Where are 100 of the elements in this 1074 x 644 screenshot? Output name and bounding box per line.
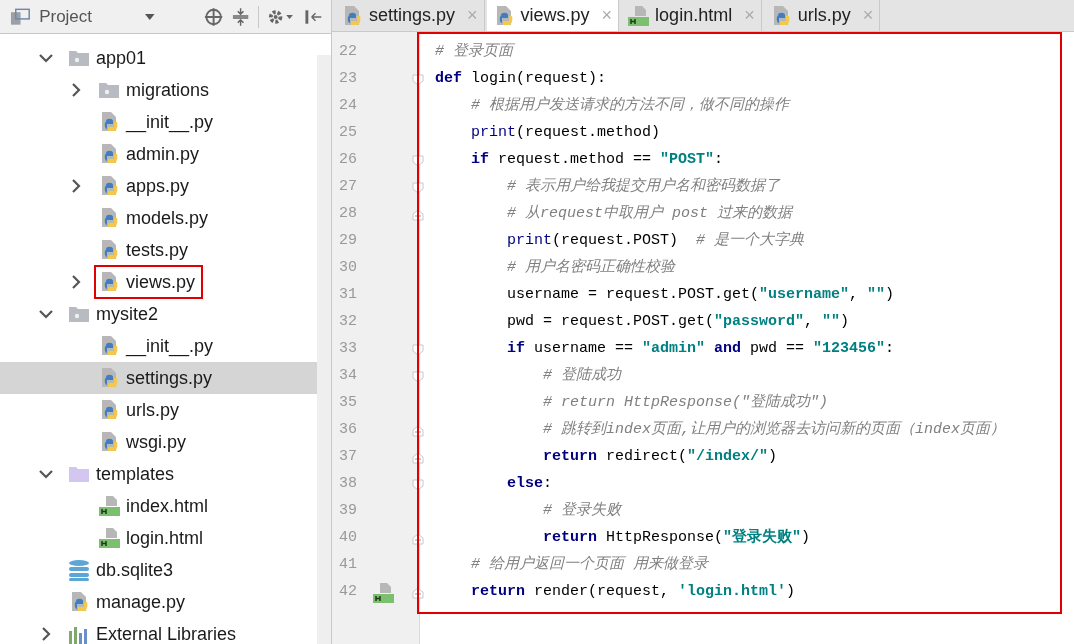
chevron-down-icon[interactable] <box>38 469 54 479</box>
fold-icon[interactable] <box>412 343 424 356</box>
fold-icon[interactable] <box>412 451 424 464</box>
line-number: 22 <box>339 42 358 63</box>
html-file-icon <box>372 581 394 604</box>
fold-icon[interactable] <box>412 478 424 491</box>
tree-row[interactable]: migrations <box>0 74 317 106</box>
tree-item-label: manage.py <box>96 590 186 614</box>
project-icon <box>10 7 32 26</box>
folder-icon <box>68 304 90 324</box>
tree-row[interactable]: settings.py <box>0 362 317 394</box>
tree-row[interactable]: __init__.py <box>0 330 317 362</box>
code-line: # 跳转到index页面,让用户的浏览器去访问新的页面（index页面） <box>542 419 1006 441</box>
line-number: 31 <box>339 285 358 306</box>
line-number: 25 <box>339 123 358 144</box>
tree-item-label: wsgi.py <box>126 430 187 454</box>
fold-icon[interactable] <box>412 181 424 194</box>
code-line: # 登录失败 <box>542 500 622 522</box>
chevron-right-icon[interactable] <box>71 82 81 98</box>
html-file-icon <box>98 495 120 517</box>
tree-row[interactable]: manage.py <box>0 586 317 618</box>
chevron-right-icon[interactable] <box>71 178 81 194</box>
html-file-icon <box>627 4 650 27</box>
line-number: 27 <box>339 177 358 198</box>
panel-title: Project <box>39 5 93 28</box>
line-number: 36 <box>339 420 358 441</box>
line-number: 35 <box>339 393 358 414</box>
collapse-icon[interactable] <box>230 6 250 27</box>
fold-icon[interactable] <box>412 73 424 86</box>
tree-item-label: __init__.py <box>126 334 214 359</box>
caret-icon[interactable] <box>144 12 156 21</box>
tree-row[interactable]: wsgi.py <box>0 426 317 458</box>
code-line: print(request.method) <box>470 123 661 144</box>
code-line: pwd = request.POST.get("password", "") <box>506 312 850 333</box>
chevron-right-icon[interactable] <box>41 626 51 642</box>
tree-row[interactable]: admin.py <box>0 138 317 170</box>
line-number: 33 <box>339 339 358 360</box>
tree-item-label: admin.py <box>126 142 200 166</box>
tree-item-label: models.py <box>126 206 209 230</box>
tree-row[interactable]: mysite2 <box>0 298 317 330</box>
chevron-down-icon[interactable] <box>38 53 54 63</box>
line-number: 24 <box>339 96 358 117</box>
line-number: 30 <box>339 258 358 279</box>
tree-item-label: db.sqlite3 <box>96 558 174 582</box>
tree-row[interactable]: login.html <box>0 522 317 554</box>
line-number: 38 <box>339 474 358 495</box>
tree-row[interactable]: db.sqlite3 <box>0 554 317 586</box>
tree-item-label: settings.py <box>126 366 213 390</box>
scrollbar[interactable] <box>317 55 331 644</box>
tree-row[interactable]: urls.py <box>0 394 317 426</box>
code-line: # return HttpResponse("登陆成功") <box>542 392 829 414</box>
code-line: # 登陆成功 <box>542 365 622 387</box>
tree-item-label: views.py <box>126 270 196 294</box>
line-number: 28 <box>339 204 358 225</box>
fold-icon[interactable] <box>412 208 424 221</box>
tree-row[interactable]: templates <box>0 458 317 490</box>
tree-row[interactable]: External Libraries <box>0 618 317 644</box>
tree-item-label: migrations <box>126 78 210 102</box>
line-number: 42 <box>339 582 358 603</box>
line-number: 29 <box>339 231 358 252</box>
tree-item-label: External Libraries <box>96 622 237 644</box>
code-line: else: <box>506 474 553 495</box>
database-icon <box>68 559 90 581</box>
code-line: def login(request): <box>435 69 607 90</box>
tree-row[interactable]: app01 <box>0 42 317 74</box>
tree-item-label: apps.py <box>126 174 190 198</box>
line-number: 26 <box>339 150 358 171</box>
line-number: 23 <box>339 69 358 90</box>
code-line: # 从request中取用户 post 过来的数据 <box>506 203 793 225</box>
line-number: 39 <box>339 501 358 522</box>
code-line: # 根据用户发送请求的方法不同，做不同的操作 <box>470 95 789 117</box>
tree-item-label: index.html <box>126 494 209 518</box>
line-number: 40 <box>339 528 358 549</box>
tree-row[interactable]: tests.py <box>0 234 317 266</box>
editor-tab[interactable]: views.py × <box>486 0 620 31</box>
fold-icon[interactable] <box>412 370 424 383</box>
tree-item-label: mysite2 <box>96 302 158 326</box>
fold-icon[interactable] <box>412 586 424 599</box>
tree-row[interactable]: views.py <box>0 266 317 298</box>
chevron-down-icon[interactable] <box>38 309 54 319</box>
tree-row[interactable]: models.py <box>0 202 317 234</box>
code-line: username = request.POST.get("username", "") <box>506 285 895 306</box>
code-line: if request.method == "POST": <box>470 150 724 171</box>
line-number: 37 <box>339 447 358 468</box>
html-file-icon <box>98 527 120 549</box>
tree-row[interactable]: apps.py <box>0 170 317 202</box>
tree-row[interactable]: __init__.py <box>0 106 317 138</box>
fold-icon[interactable] <box>412 532 424 545</box>
folder-icon <box>68 48 90 68</box>
fold-icon[interactable] <box>412 424 424 437</box>
code-line: # 给用户返回一个页面 用来做登录 <box>470 554 708 576</box>
fold-icon[interactable] <box>412 154 424 167</box>
code-line: # 登录页面 <box>435 42 513 63</box>
locate-icon[interactable] <box>203 6 223 27</box>
chevron-right-icon[interactable] <box>71 274 81 290</box>
tree-item-label: login.html <box>126 526 204 550</box>
code-line: if username == "admin" and pwd == "123456": <box>506 339 895 360</box>
tree-row[interactable]: index.html <box>0 490 317 522</box>
tree-item-label: __init__.py <box>126 110 214 135</box>
tree-item-label: templates <box>96 462 175 486</box>
